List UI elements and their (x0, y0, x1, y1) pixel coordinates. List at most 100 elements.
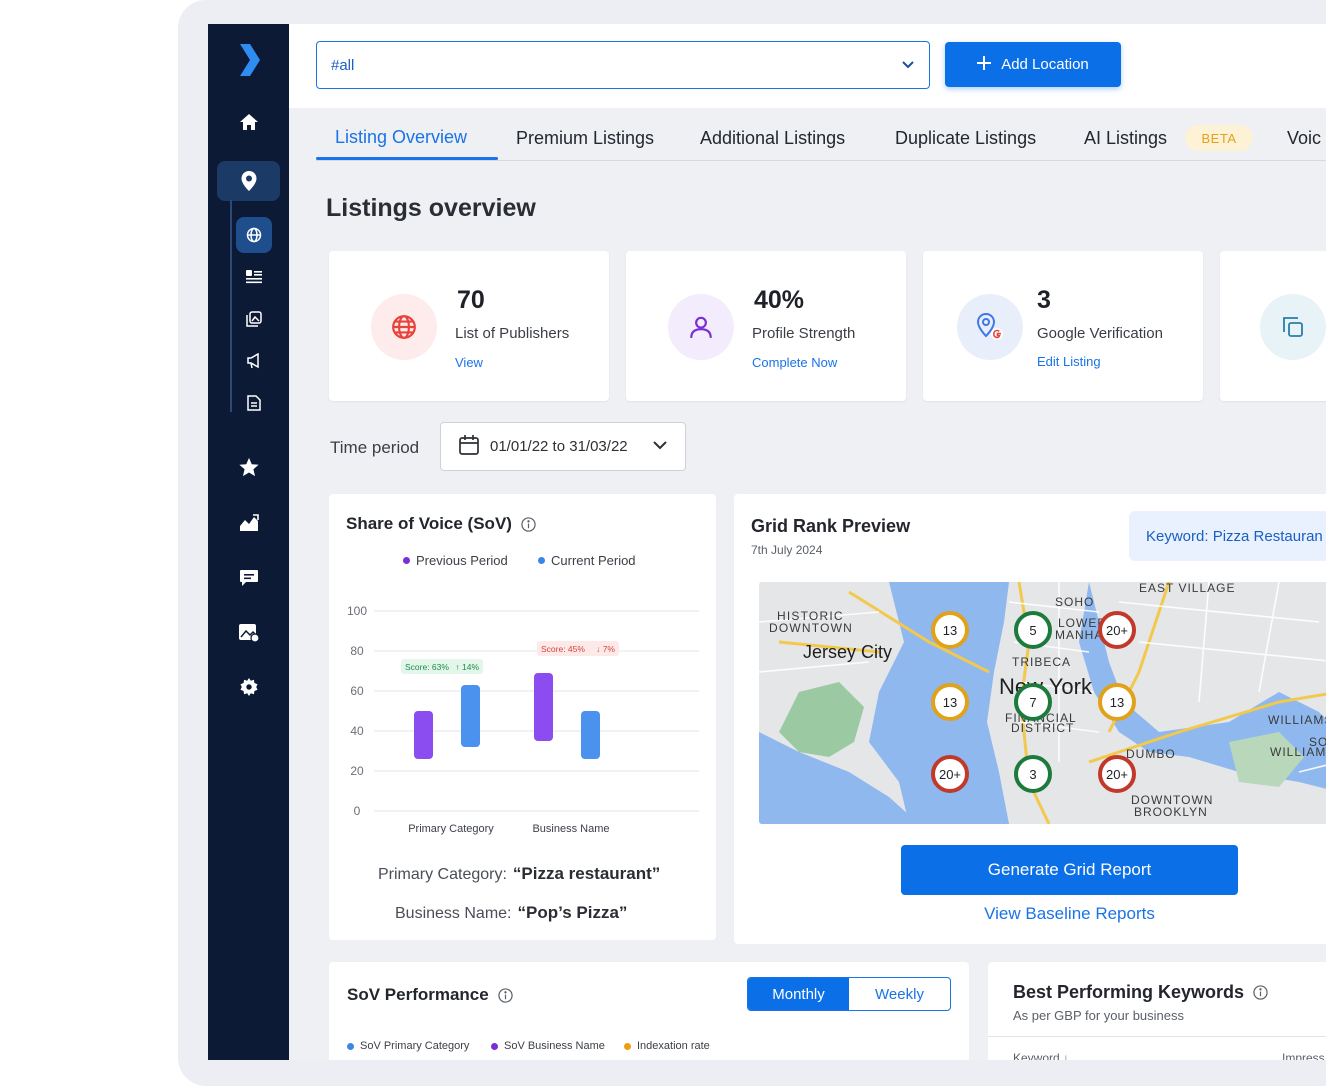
megaphone-icon[interactable] (236, 343, 272, 379)
column-header-impressions[interactable]: Impress (1282, 1051, 1325, 1060)
location-pin-icon[interactable] (217, 161, 280, 201)
generate-grid-report-button[interactable]: Generate Grid Report (901, 845, 1238, 895)
tab-ai-listings[interactable]: AI Listings (1084, 128, 1167, 149)
rank-pin[interactable]: 20+ (1098, 755, 1136, 793)
tab-additional-listings[interactable]: Additional Listings (700, 128, 845, 149)
map-label: WILLIAMS (1268, 713, 1326, 727)
plus-icon (977, 55, 992, 74)
map-label: EAST VILLAGE (1139, 582, 1236, 595)
x-tick-label: Primary Category (408, 823, 494, 835)
view-baseline-reports-link[interactable]: View Baseline Reports (734, 904, 1326, 924)
rank-pin[interactable]: 5 (1014, 611, 1052, 649)
analytics-icon[interactable] (217, 503, 280, 543)
stat-card-google-verification: 3 Google Verification Edit Listing (923, 251, 1203, 401)
submenu-line (230, 200, 232, 412)
legend-current-period: Current Period (538, 553, 636, 568)
bar-previous-period (534, 673, 553, 741)
globe-icon (371, 294, 437, 360)
y-tick-label: 0 (354, 804, 361, 818)
rank-pin[interactable]: 20+ (1098, 611, 1136, 649)
score-label: Score: 45% (541, 644, 585, 654)
top-bar: #all Add Location (289, 24, 1326, 108)
listing-icon[interactable] (236, 259, 272, 295)
home-icon[interactable] (217, 102, 280, 142)
time-period-label: Time period (330, 438, 420, 457)
sov-card: Share of Voice (SoV) Previous Period Cur… (329, 494, 716, 940)
column-header-keyword[interactable]: Keyword ↓ (1013, 1051, 1069, 1060)
info-icon[interactable] (1253, 985, 1268, 1000)
grid-rank-map[interactable]: HISTORIC DOWNTOWN Jersey City SOHO EAST … (759, 582, 1326, 824)
add-location-button[interactable]: Add Location (945, 42, 1121, 87)
view-link[interactable]: View (455, 355, 483, 370)
stat-card-publishers: 70 List of Publishers View (329, 251, 609, 401)
map-label: SOHO (1055, 595, 1094, 609)
info-icon[interactable] (521, 516, 536, 532)
y-tick-label: 100 (347, 604, 367, 618)
best-keywords-card: Best Performing Keywords As per GBP for … (988, 962, 1326, 1060)
tab-listing-overview[interactable]: Listing Overview (335, 127, 467, 148)
legend-dot (347, 1042, 354, 1050)
map-label: DUMBO (1126, 747, 1176, 761)
sov-bar-chart: 0 20 40 60 80 100 Primary Category Business Nam… (347, 604, 699, 835)
stat-card-duplicates (1220, 251, 1326, 401)
keyword-pill[interactable]: Keyword: Pizza Restauran (1129, 511, 1326, 561)
legend-dot (538, 557, 545, 564)
monthly-toggle-button[interactable]: Monthly (748, 978, 849, 1010)
legend-sov-primary-category: SoV Primary Category (347, 1040, 469, 1052)
date-range-value: 01/01/22 to 31/03/22 (490, 438, 628, 455)
legend-dot (403, 557, 410, 564)
y-tick-label: 60 (350, 684, 364, 698)
sov-title-text: Share of Voice (SoV) (346, 514, 512, 533)
chevron-down-icon (652, 437, 668, 457)
star-icon[interactable] (217, 447, 280, 487)
gallery-icon[interactable] (236, 301, 272, 337)
location-select[interactable]: #all (316, 41, 930, 89)
chevron-down-icon (901, 57, 915, 75)
sov-performance-title: SoV Performance (347, 985, 513, 1005)
map-label: BROOKLYN (1134, 805, 1208, 819)
sidebar (208, 24, 289, 1060)
map-label: WILLIAM (1270, 745, 1326, 759)
rank-pin[interactable]: 20+ (931, 755, 969, 793)
rank-pin[interactable]: 3 (1014, 755, 1052, 793)
logo-icon (236, 44, 262, 76)
sov-title: Share of Voice (SoV) (346, 514, 536, 534)
weekly-toggle-button[interactable]: Weekly (849, 978, 950, 1010)
copy-icon (1260, 294, 1326, 360)
rank-pin[interactable]: 13 (931, 683, 969, 721)
globe-icon[interactable] (236, 217, 272, 253)
map-label: Jersey City (803, 642, 892, 662)
rank-pin[interactable]: 7 (1014, 683, 1052, 721)
document-icon[interactable] (236, 385, 272, 421)
legend-label: SoV Primary Category (360, 1040, 470, 1052)
legend-dot (491, 1042, 498, 1050)
settings-gear-icon[interactable] (217, 667, 280, 707)
rank-pin[interactable]: 13 (1098, 683, 1136, 721)
score-change: ↑ 14% (455, 662, 479, 672)
y-tick-label: 40 (350, 724, 364, 738)
legend-sov-business-name: SoV Business Name (491, 1040, 605, 1052)
info-icon[interactable] (498, 987, 513, 1003)
legend-indexation-rate: Indexation rate (624, 1040, 710, 1052)
rank-pin[interactable]: 13 (931, 611, 969, 649)
stat-label: Profile Strength (752, 325, 856, 342)
stat-value: 40% (754, 286, 805, 314)
tab-voice[interactable]: Voic (1287, 128, 1321, 149)
primary-category-label: Primary Category: (378, 866, 507, 883)
page-title: Listings overview (326, 194, 536, 222)
legend-previous-period: Previous Period (403, 553, 508, 568)
tab-duplicate-listings[interactable]: Duplicate Listings (895, 128, 1036, 149)
date-range-picker[interactable]: 01/01/22 to 31/03/22 (440, 422, 686, 471)
location-select-value: #all (331, 56, 355, 74)
complete-now-link[interactable]: Complete Now (752, 355, 837, 370)
best-keywords-subtitle: As per GBP for your business (1013, 1008, 1185, 1023)
edit-listing-link[interactable]: Edit Listing (1037, 354, 1101, 369)
image-heart-icon[interactable] (217, 613, 280, 653)
legend-label: Indexation rate (637, 1040, 710, 1052)
business-name-value: “Pop’s Pizza” (517, 903, 628, 922)
chat-icon[interactable] (217, 558, 280, 598)
stat-label: Google Verification (1037, 325, 1163, 342)
tab-premium-listings[interactable]: Premium Listings (516, 128, 654, 149)
map-label: TRIBECA (1012, 655, 1071, 669)
app-window: #all Add Location Listing Overview Premi… (208, 24, 1326, 1060)
